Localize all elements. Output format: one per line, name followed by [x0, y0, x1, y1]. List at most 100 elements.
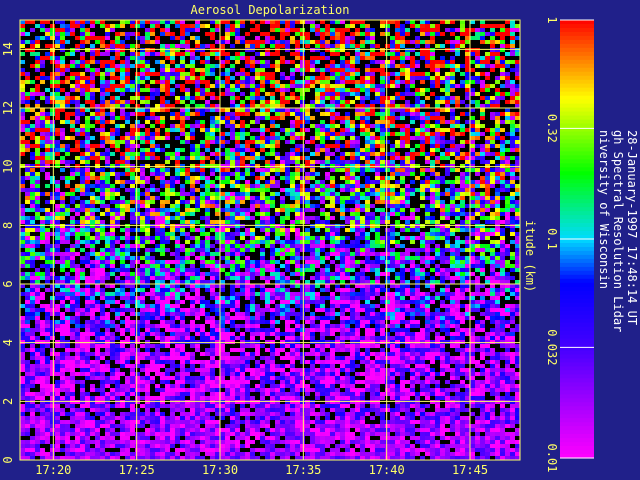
heatmap-cell: [275, 108, 280, 112]
heatmap-cell: [120, 272, 125, 276]
heatmap-cell: [400, 60, 405, 64]
heatmap-cell: [365, 232, 370, 236]
heatmap-cell: [135, 196, 140, 200]
heatmap-cell: [135, 152, 140, 156]
heatmap-cell: [170, 112, 175, 116]
heatmap-cell: [390, 200, 395, 204]
heatmap-cell: [275, 140, 280, 144]
heatmap-cell: [475, 72, 480, 76]
heatmap-cell: [495, 92, 500, 96]
heatmap-cell: [475, 248, 480, 252]
heatmap-cell: [430, 248, 435, 252]
heatmap-cell: [45, 100, 50, 104]
heatmap-cell: [500, 256, 505, 260]
heatmap-cell: [135, 96, 140, 100]
lidar-depolarization-chart: Aerosol Depolarization 02468101214 17:20…: [1, 3, 639, 477]
heatmap-cell: [460, 292, 465, 296]
heatmap-cell: [50, 180, 55, 184]
heatmap-cell: [235, 196, 240, 200]
heatmap-cell: [420, 268, 425, 272]
heatmap-cell: [50, 84, 55, 88]
heatmap-cell: [335, 84, 340, 88]
heatmap-cell: [215, 96, 220, 100]
heatmap-cell: [450, 20, 455, 24]
heatmap-cell: [25, 232, 30, 236]
heatmap-cell: [335, 124, 340, 128]
heatmap-cell: [305, 232, 310, 236]
heatmap-cell: [190, 288, 195, 292]
heatmap-cell: [340, 160, 345, 164]
heatmap-cell: [200, 200, 205, 204]
heatmap-cell: [305, 264, 310, 268]
heatmap-cell: [110, 144, 115, 148]
heatmap-cell: [80, 208, 85, 212]
heatmap-cell: [130, 144, 135, 148]
heatmap-cell: [170, 88, 175, 92]
heatmap-cell: [505, 92, 510, 96]
heatmap-cell: [410, 72, 415, 76]
heatmap-cell: [70, 88, 75, 92]
heatmap-cell: [55, 140, 60, 144]
heatmap-cell: [425, 24, 430, 28]
heatmap-cell: [130, 152, 135, 156]
heatmap-cell: [90, 52, 95, 56]
heatmap-cell: [515, 144, 520, 148]
heatmap-cell: [415, 248, 420, 252]
heatmap-cell: [270, 176, 275, 180]
heatmap-cell: [325, 136, 330, 140]
heatmap-cell: [445, 268, 450, 272]
heatmap-cell: [190, 24, 195, 28]
heatmap-cell: [130, 136, 135, 140]
heatmap-cell: [115, 288, 120, 292]
heatmap-cell: [85, 48, 90, 52]
heatmap-cell: [425, 236, 430, 240]
heatmap-cell: [410, 64, 415, 68]
heatmap-cell: [320, 256, 325, 260]
heatmap-cell: [220, 120, 225, 124]
heatmap-cell: [40, 216, 45, 220]
heatmap-cell: [475, 244, 480, 248]
heatmap-cell: [105, 80, 110, 84]
heatmap-cell: [100, 96, 105, 100]
heatmap-cell: [285, 88, 290, 92]
heatmap-cell: [125, 80, 130, 84]
heatmap-cell: [250, 140, 255, 144]
heatmap-cell: [305, 172, 310, 176]
heatmap-cell: [305, 80, 310, 84]
heatmap-cell: [120, 156, 125, 160]
heatmap-cell: [400, 188, 405, 192]
heatmap-cell: [230, 100, 235, 104]
heatmap-cell: [145, 104, 150, 108]
heatmap-cell: [70, 220, 75, 224]
heatmap-cell: [75, 72, 80, 76]
heatmap-cell: [165, 68, 170, 72]
heatmap-cell: [145, 284, 150, 288]
heatmap-cell: [60, 232, 65, 236]
heatmap-cell: [135, 136, 140, 140]
heatmap-cell: [115, 188, 120, 192]
heatmap-cell: [105, 24, 110, 28]
heatmap-cell: [205, 128, 210, 132]
heatmap-cell: [225, 40, 230, 44]
heatmap-cell: [80, 84, 85, 88]
heatmap-cell: [320, 272, 325, 276]
heatmap-cell: [45, 136, 50, 140]
heatmap-cell: [400, 40, 405, 44]
heatmap-cell: [285, 228, 290, 232]
heatmap-cell: [370, 224, 375, 228]
heatmap-cell: [165, 100, 170, 104]
heatmap-cell: [495, 56, 500, 60]
heatmap-cell: [320, 208, 325, 212]
heatmap-cell: [145, 40, 150, 44]
heatmap-cell: [295, 124, 300, 128]
heatmap-cell: [410, 228, 415, 232]
heatmap-cell: [420, 56, 425, 60]
heatmap-cell: [25, 92, 30, 96]
heatmap-cell: [470, 120, 475, 124]
heatmap-cell: [295, 192, 300, 196]
heatmap-cell: [500, 120, 505, 124]
heatmap-cell: [130, 52, 135, 56]
heatmap-cell: [380, 272, 385, 276]
heatmap-cell: [35, 40, 40, 44]
heatmap-cell: [495, 168, 500, 172]
